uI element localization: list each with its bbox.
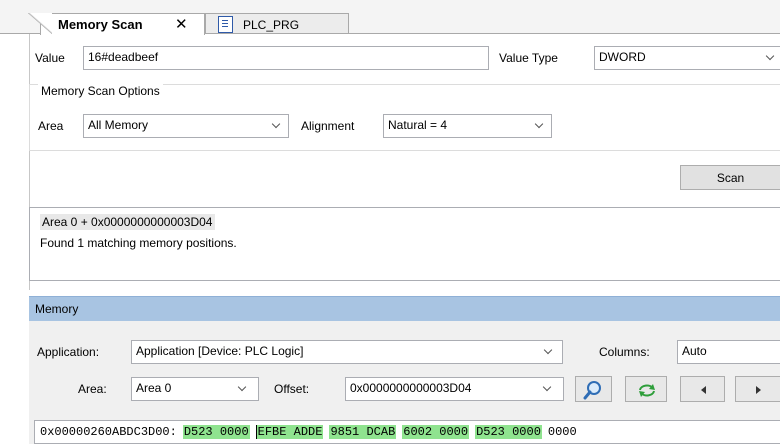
close-icon[interactable]: ✕ [175, 15, 188, 33]
chevron-down-icon [237, 382, 247, 392]
columns-select[interactable]: Auto [677, 340, 780, 364]
application-label: Application: [37, 345, 100, 359]
memory-area-value: Area 0 [136, 381, 172, 395]
area-select[interactable]: All Memory [83, 114, 289, 138]
scan-options-title: Memory Scan Options [38, 84, 163, 98]
columns-label: Columns: [599, 345, 650, 359]
alignment-label: Alignment [301, 119, 355, 133]
tab-memory-scan[interactable]: Memory Scan ✕ [40, 13, 205, 35]
result-summary: Found 1 matching memory positions. [40, 236, 237, 250]
chevron-down-icon [542, 382, 552, 392]
hex-address: 0x00000260ABDC3D00: [40, 425, 177, 439]
arrow-left-icon [701, 386, 706, 394]
offset-value: 0x0000000000003D04 [350, 381, 472, 395]
hex-group[interactable]: D523 0000 [182, 425, 250, 439]
tab-memory-scan-label: Memory Scan [58, 17, 143, 32]
memory-area-select[interactable]: Area 0 [131, 377, 259, 401]
value-type-value: DWORD [599, 50, 646, 64]
hex-group[interactable]: 9851 DCAB [329, 425, 397, 439]
application-select[interactable]: Application [Device: PLC Logic] [131, 340, 563, 364]
arrow-right-icon [756, 386, 761, 394]
value-type-select[interactable]: DWORD [594, 46, 780, 70]
hex-group[interactable]: D523 0000 [475, 425, 542, 439]
value-label: Value [35, 51, 65, 65]
hex-group[interactable]: 6002 0000 [402, 425, 470, 439]
scan-button[interactable]: Scan [680, 165, 780, 190]
next-button[interactable] [735, 376, 780, 402]
tab-plc-prg[interactable]: PLC_PRG [205, 13, 349, 34]
tab-plc-prg-label: PLC_PRG [243, 18, 300, 32]
value-type-label: Value Type [499, 51, 558, 65]
offset-label: Offset: [274, 382, 310, 396]
area-label: Area [38, 119, 64, 133]
result-item[interactable]: Area 0 + 0x0000000000003D04 [40, 214, 216, 230]
memory-area-label: Area: [78, 382, 107, 396]
search-button[interactable] [575, 376, 612, 402]
hex-dump-row[interactable]: 0x00000260ABDC3D00: D523 0000 EFBE ADDE 985… [34, 420, 780, 444]
chevron-down-icon [271, 119, 281, 129]
search-icon [583, 381, 601, 400]
area-value: All Memory [88, 118, 149, 132]
application-value: Application [Device: PLC Logic] [136, 344, 304, 358]
document-icon [218, 16, 233, 33]
columns-value: Auto [682, 344, 707, 358]
hex-group[interactable]: 0000 [548, 425, 577, 439]
refresh-button[interactable] [625, 376, 667, 402]
memory-panel-header: Memory [29, 296, 780, 321]
alignment-select[interactable]: Natural = 4 [383, 114, 552, 138]
tab-slant-decoration [28, 13, 52, 34]
hex-group[interactable]: EFBE ADDE [255, 425, 324, 439]
value-input[interactable]: 16#deadbeef [83, 46, 489, 70]
scan-results-list: Area 0 + 0x0000000000003D04 Found 1 matc… [29, 207, 780, 281]
refresh-icon [639, 384, 655, 397]
previous-button[interactable] [680, 376, 725, 402]
alignment-value: Natural = 4 [388, 118, 448, 132]
memory-panel-title: Memory [35, 302, 79, 316]
chevron-down-icon [534, 119, 544, 129]
chevron-down-icon [765, 51, 775, 61]
chevron-down-icon [543, 345, 553, 355]
offset-input[interactable]: 0x0000000000003D04 [345, 377, 564, 401]
